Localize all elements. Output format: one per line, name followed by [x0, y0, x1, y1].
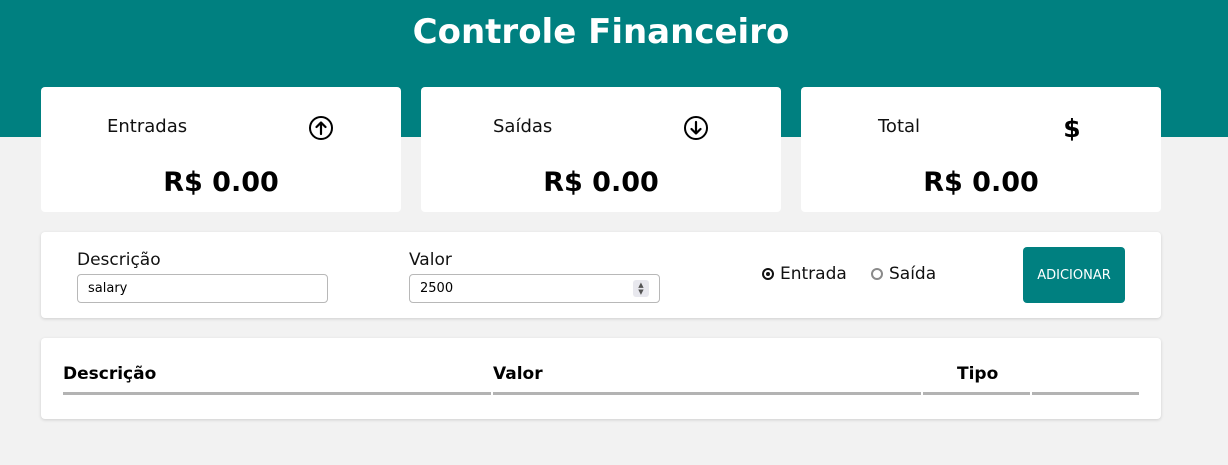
arrow-up-circle-icon	[308, 115, 334, 141]
amount-value: 2500	[420, 281, 454, 296]
income-card: Entradas R$ 0.00	[41, 87, 401, 212]
column-header-type: Tipo	[957, 364, 999, 384]
type-entrada-label: Entrada	[780, 264, 847, 284]
expenses-value: R$ 0.00	[543, 167, 659, 198]
total-label: Total	[878, 116, 921, 137]
type-entrada-radio[interactable]	[762, 268, 774, 280]
column-divider	[923, 392, 1030, 395]
type-entrada-option[interactable]: Entrada	[762, 264, 847, 284]
type-saida-label: Saída	[889, 264, 937, 284]
column-header-description: Descrição	[63, 364, 157, 384]
column-divider	[493, 392, 921, 395]
description-label: Descrição	[77, 250, 161, 270]
total-value: R$ 0.00	[923, 167, 1039, 198]
amount-stepper[interactable]: ▲ ▼	[633, 280, 649, 297]
column-divider	[1032, 392, 1139, 395]
add-button[interactable]: ADICIONAR	[1023, 247, 1125, 303]
amount-input[interactable]: 2500 ▲ ▼	[409, 274, 660, 303]
amount-label: Valor	[409, 250, 452, 270]
type-saida-option[interactable]: Saída	[871, 264, 936, 284]
expenses-label: Saídas	[493, 116, 553, 137]
expenses-card: Saídas R$ 0.00	[421, 87, 781, 212]
income-label: Entradas	[107, 116, 188, 137]
transaction-form: Descrição Valor 2500 ▲▼ Entrada Saída AD…	[41, 232, 1161, 318]
dollar-sign-icon: $	[1063, 113, 1081, 143]
transactions-table: Descrição Valor Tipo	[41, 338, 1161, 419]
total-card: Total $ R$ 0.00	[801, 87, 1161, 212]
column-divider	[63, 392, 491, 395]
arrow-down-circle-icon	[683, 115, 709, 141]
description-input[interactable]	[77, 274, 328, 303]
column-header-amount: Valor	[493, 364, 543, 384]
income-value: R$ 0.00	[163, 167, 279, 198]
type-saida-radio[interactable]	[871, 268, 883, 280]
page-title: Controle Financeiro	[412, 12, 790, 52]
